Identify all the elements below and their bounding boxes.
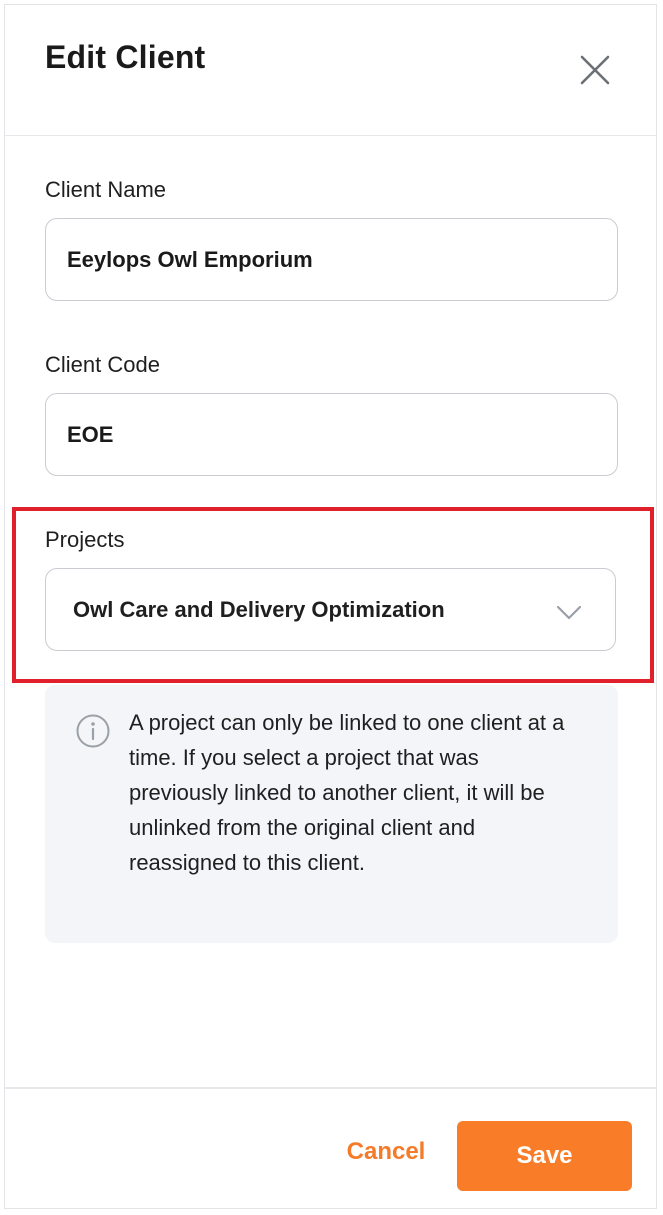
close-icon [580, 55, 610, 85]
projects-select[interactable]: Owl Care and Delivery Optimization [45, 568, 616, 651]
edit-client-panel: Edit Client Client Name Eeylops Owl Empo… [4, 4, 657, 1209]
info-callout: A project can only be linked to one clie… [45, 685, 618, 943]
client-code-value: EOE [67, 421, 114, 447]
dialog-title: Edit Client [45, 39, 206, 75]
projects-selected-value: Owl Care and Delivery Optimization [73, 596, 445, 622]
projects-label: Projects [45, 527, 125, 552]
client-code-input[interactable]: EOE [45, 393, 618, 476]
chevron-down-icon [556, 605, 582, 620]
client-name-value: Eeylops Owl Emporium [67, 246, 313, 272]
client-name-input[interactable]: Eeylops Owl Emporium [45, 218, 618, 301]
dialog-footer: Cancel Save [5, 1087, 656, 1210]
info-icon [76, 714, 110, 748]
client-code-label: Client Code [45, 352, 160, 377]
save-button[interactable]: Save [457, 1121, 632, 1191]
info-text: A project can only be linked to one clie… [129, 710, 565, 875]
close-button[interactable] [577, 52, 613, 88]
dialog-header: Edit Client [5, 5, 656, 136]
client-name-label: Client Name [45, 177, 167, 202]
cancel-button[interactable]: Cancel [327, 1124, 445, 1180]
